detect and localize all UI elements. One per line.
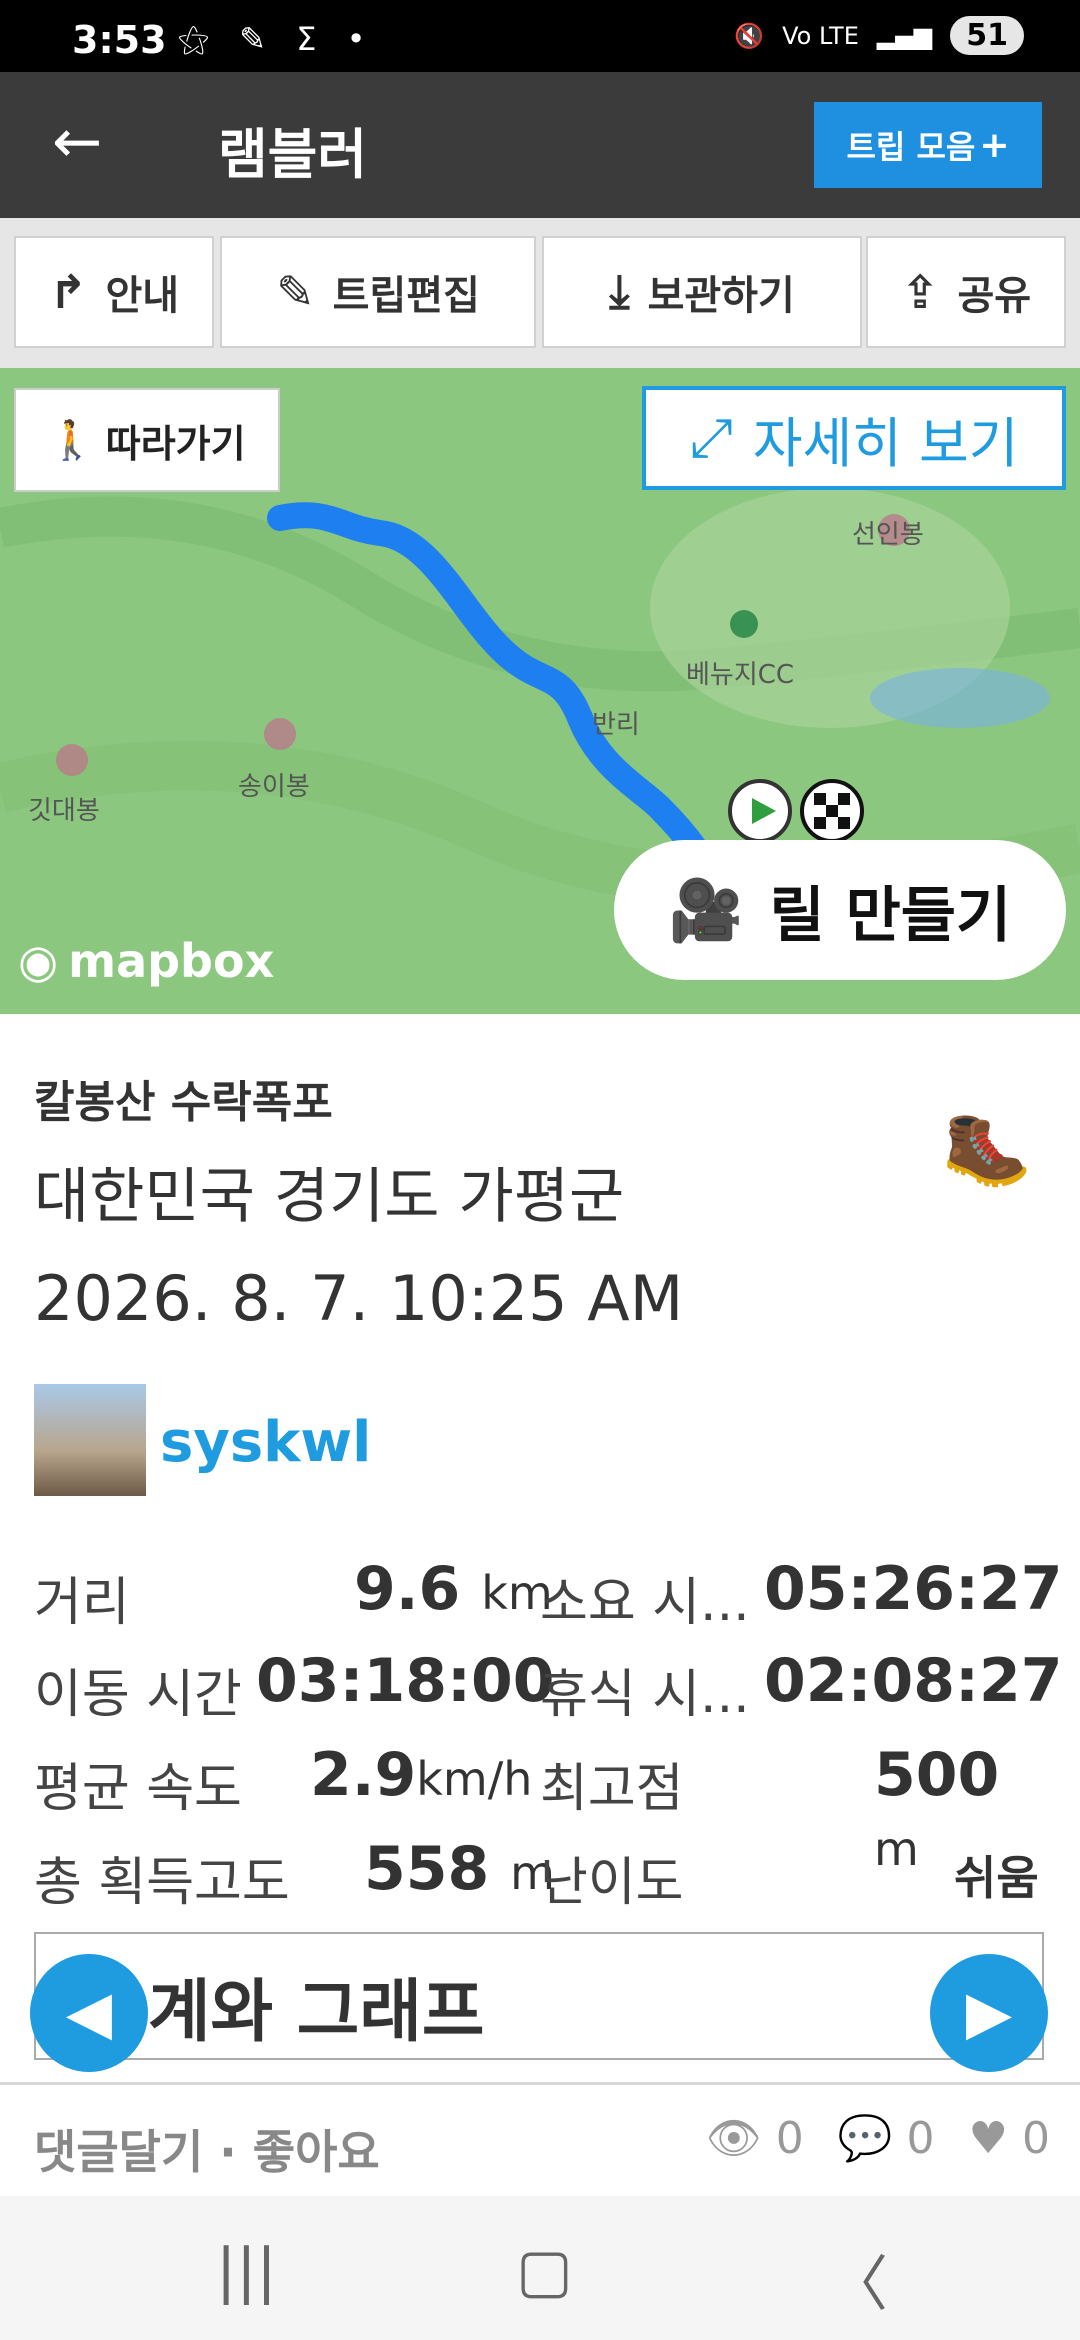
share-button[interactable]: ⇪ 공유 <box>866 236 1066 348</box>
finish-flag-icon <box>800 779 864 843</box>
stats-row: 거리 9.6 km 소요 시... 05:26:27 <box>34 1540 1062 1634</box>
mapbox-icon: ◉ <box>18 934 59 988</box>
edit-trip-label: 트립편집 <box>332 273 480 319</box>
elevation-gain-value: 558 m <box>364 1834 555 1904</box>
guide-label: 안내 <box>105 273 180 319</box>
action-toolbar: ↱ 안내 ✎ 트립편집 ⤓ 보관하기 ⇪ 공유 <box>0 218 1080 368</box>
video-camera-icon: 🎥 <box>668 875 744 946</box>
trip-collection-button[interactable]: 트립 모음 + <box>814 102 1042 188</box>
status-notification-icons: ⚝ ✎ Σ • <box>178 20 376 58</box>
hiking-icon: 🥾 <box>942 1106 1032 1190</box>
elevation-gain-number: 558 <box>364 1834 490 1904</box>
save-button[interactable]: ⤓ 보관하기 <box>542 236 862 348</box>
avg-speed-number: 2.9 <box>310 1740 417 1810</box>
moving-time-label: 이동 시간 <box>34 1665 242 1725</box>
max-elevation-number: 500 <box>874 1740 1000 1810</box>
system-nav-bar: ||| ▢ 〈 <box>0 2196 1080 2340</box>
trip-datetime: 2026. 8. 7. 10:25 AM <box>34 1262 684 1335</box>
map-label-peak2: 송이봉 <box>238 772 310 802</box>
rest-time-label: 휴식 시... <box>540 1665 750 1725</box>
user-avatar[interactable] <box>34 1384 146 1496</box>
avg-speed-label: 평균 속도 <box>34 1759 242 1819</box>
duration-label: 소요 시... <box>540 1573 750 1633</box>
map-label-village: 반리 <box>592 710 640 740</box>
username-link[interactable]: syskwl <box>160 1410 371 1475</box>
map-label-cc: 베뉴지CC <box>686 660 795 690</box>
left-triangle-icon: ◀ <box>65 1978 113 2048</box>
status-bar: 3:53 ⚝ ✎ Σ • 🔇 Vo LTE ▂▄▆ 51 <box>0 0 1080 72</box>
mapbox-label: mapbox <box>68 934 275 988</box>
trip-location: 대한민국 경기도 가평군 <box>34 1162 625 1232</box>
elevation-gain-label: 총 획득고도 <box>34 1853 290 1913</box>
trip-stats: 거리 9.6 km 소요 시... 05:26:27 이동 시간 03:18:0… <box>34 1540 1062 1916</box>
plus-icon: + <box>979 124 1010 166</box>
max-elevation-label: 최고점 <box>540 1759 684 1819</box>
make-reel-label: 릴 만들기 <box>769 880 1012 951</box>
mapbox-logo: ◉ mapbox <box>18 934 274 988</box>
view-count: 0 <box>775 2112 804 2164</box>
stats-row: 평균 속도 2.9km/h 최고점 500 m <box>34 1728 1046 1876</box>
lte-label: Vo LTE <box>782 21 859 50</box>
signal-icon: ▂▄▆ <box>876 21 933 50</box>
pencil-icon: ✎ <box>276 265 315 319</box>
app-bar: ← 램블러 트립 모음 + <box>0 72 1080 218</box>
follow-label: 따라가기 <box>105 421 246 466</box>
moving-time-value: 03:18:00 <box>256 1646 555 1716</box>
map-label-peak3: 깃대봉 <box>28 796 100 826</box>
trip-collection-label: 트립 모음 <box>846 128 976 166</box>
status-right-icons: 🔇 Vo LTE ▂▄▆ 51 <box>734 16 1024 55</box>
like-count: 0 <box>1022 2112 1050 2164</box>
share-icon: ⇪ <box>900 265 940 319</box>
distance-number: 9.6 <box>354 1554 461 1624</box>
stats-graph-tab: 계와 그래프 <box>34 1932 1044 2060</box>
detail-view-button[interactable]: ⤢ 자세히 보기 <box>642 386 1066 490</box>
duration-value: 05:26:27 <box>764 1554 1063 1624</box>
turn-arrow-icon: ↱ <box>48 265 88 319</box>
eye-icon: 👁 <box>705 2113 762 2164</box>
back-arrow-icon[interactable]: ← <box>52 112 102 172</box>
rest-time-value: 02:08:27 <box>764 1646 1063 1716</box>
tab-title: 계와 그래프 <box>148 1973 485 2052</box>
heart-icon: ♥ <box>968 2112 1008 2164</box>
follow-button[interactable]: 🚶 따라가기 <box>14 388 280 492</box>
system-back-icon[interactable]: 〈 <box>828 2236 888 2323</box>
distance-value: 9.6 km <box>354 1554 553 1624</box>
stats-row: 총 획득고도 558 m 난이도 쉬움 <box>34 1822 1046 1916</box>
difficulty-value: 쉬움 <box>954 1851 1039 1905</box>
home-icon[interactable]: ▢ <box>516 2236 573 2306</box>
guide-button[interactable]: ↱ 안내 <box>14 236 214 348</box>
comment-icon: 💬 <box>837 2113 893 2164</box>
app-title: 램블러 <box>218 123 368 186</box>
recent-apps-icon[interactable]: ||| <box>216 2236 277 2306</box>
engagement-counts: 👁 0 💬 0 ♥ 0 <box>705 2112 1050 2165</box>
trip-name: 칼봉산 수락폭포 <box>34 1077 333 1128</box>
edit-trip-button[interactable]: ✎ 트립편집 <box>220 236 536 348</box>
battery-badge: 51 <box>950 16 1024 55</box>
hiker-follow-icon: 🚶 <box>48 417 96 462</box>
detail-view-label: 자세히 보기 <box>752 411 1019 475</box>
expand-icon: ⤢ <box>689 406 733 469</box>
next-tab-button[interactable]: ▶ <box>930 1954 1048 2072</box>
mute-icon: 🔇 <box>734 21 765 50</box>
prev-tab-button[interactable]: ◀ <box>30 1954 148 2072</box>
comment-count: 0 <box>906 2112 935 2164</box>
distance-label: 거리 <box>34 1573 130 1633</box>
comment-like-link[interactable]: 댓글달기 · 좋아요 <box>34 2116 380 2182</box>
stats-row: 이동 시간 03:18:00 휴식 시... 02:08:27 <box>34 1634 1062 1728</box>
avg-speed-unit: km/h <box>416 1752 533 1806</box>
download-icon: ⤓ <box>609 264 630 318</box>
status-time: 3:53 <box>72 18 167 62</box>
make-reel-button[interactable]: 🎥 릴 만들기 <box>614 840 1066 980</box>
right-triangle-icon: ▶ <box>965 1978 1013 2048</box>
difficulty-label: 난이도 <box>540 1853 684 1913</box>
map-label-peak: 선인봉 <box>852 520 924 550</box>
avg-speed-value: 2.9km/h <box>310 1740 532 1810</box>
share-label: 공유 <box>957 273 1032 319</box>
save-label: 보관하기 <box>647 273 795 319</box>
trip-map[interactable]: 🚶 따라가기 ⤢ 자세히 보기 선인봉 베뉴지CC 반리 송이봉 깃대봉 ◉ m… <box>0 368 1080 1014</box>
divider <box>0 2082 1080 2085</box>
